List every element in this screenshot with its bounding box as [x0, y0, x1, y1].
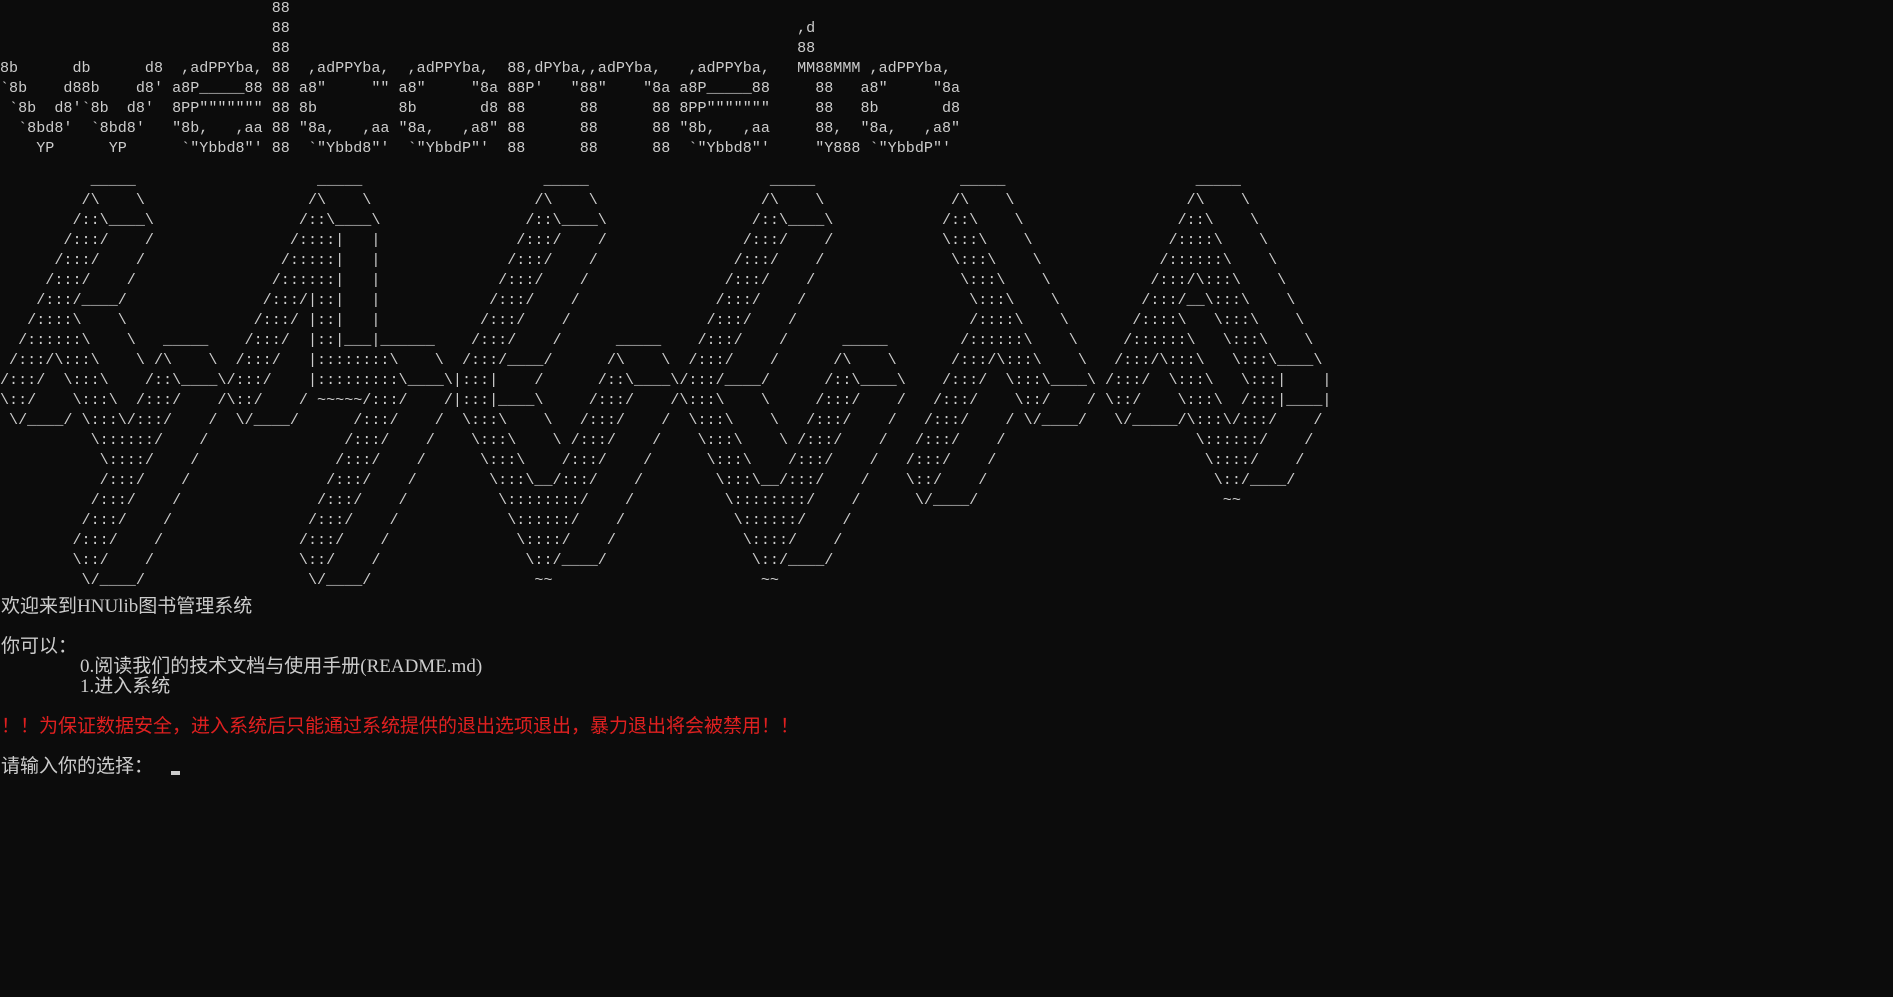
warning-message: ！！为保证数据安全，进入系统后只能通过系统提供的退出选项退出，暴力退出将会被禁用… [1, 716, 800, 737]
ascii-banner-welcome: 88 88 ,d 88 88 8b db d8 ,adPPYba, 88 ,ad… [0, 0, 961, 157]
ascii-banner-art: _____ _____ _____ _____ _____ _____ /\ \… [0, 171, 1332, 589]
option-readme: 0.阅读我们的技术文档与使用手册(README.md) [80, 656, 483, 677]
console-window[interactable]: 88 88 ,d 88 88 8b db d8 ,adPPYba, 88 ,ad… [0, 0, 1893, 997]
welcome-message: 欢迎来到HNUlib图书管理系统 [1, 596, 253, 617]
option-enter-system: 1.进入系统 [80, 676, 171, 697]
options-heading: 你可以： [1, 636, 78, 657]
text-cursor[interactable] [171, 771, 180, 775]
input-prompt: 请输入你的选择： [1, 756, 154, 777]
